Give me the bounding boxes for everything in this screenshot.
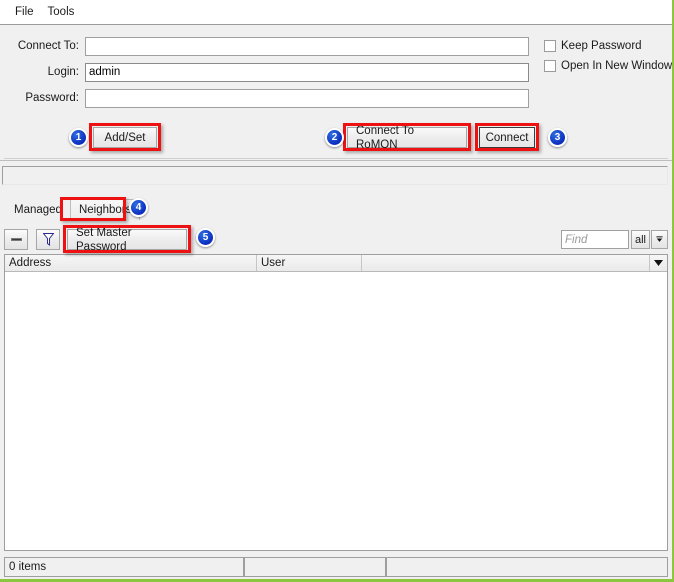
find-scope-dropdown-button[interactable] bbox=[651, 230, 668, 249]
menu-file[interactable]: File bbox=[8, 3, 41, 21]
status-items-count: 0 items bbox=[4, 557, 244, 577]
minus-icon bbox=[10, 238, 22, 241]
status-bar: 0 items bbox=[0, 556, 672, 579]
remove-button[interactable] bbox=[4, 229, 28, 250]
connect-to-row: Connect To: bbox=[0, 36, 529, 56]
column-header-address[interactable]: Address bbox=[5, 255, 257, 271]
caret-down-icon bbox=[654, 260, 663, 266]
annotation-badge-5: 5 bbox=[196, 228, 215, 247]
find-scope-button[interactable]: all bbox=[631, 230, 650, 249]
connect-to-input[interactable] bbox=[85, 36, 529, 56]
column-header-spacer[interactable] bbox=[362, 255, 650, 271]
annotation-badge-4: 4 bbox=[129, 198, 148, 217]
connect-button[interactable]: Connect bbox=[479, 127, 535, 148]
tab-bar: Managed Neighbors bbox=[0, 198, 672, 220]
keep-password-box[interactable] bbox=[544, 40, 556, 52]
table-body[interactable] bbox=[5, 272, 667, 550]
winbox-romon-window: File Tools Connect To: Login: Password: … bbox=[0, 0, 674, 582]
chevron-down-icon bbox=[656, 236, 663, 242]
form-divider bbox=[4, 158, 668, 159]
separator-strip bbox=[0, 160, 672, 190]
login-label: Login: bbox=[47, 66, 79, 78]
connect-to-label: Connect To: bbox=[17, 40, 79, 52]
list-toolbar: Set Master Password all bbox=[0, 227, 672, 253]
login-input[interactable] bbox=[85, 62, 529, 82]
password-row: Password: bbox=[0, 88, 529, 108]
open-in-new-window-label: Open In New Window bbox=[561, 60, 673, 72]
keep-password-label: Keep Password bbox=[561, 40, 642, 52]
open-in-new-window-box[interactable] bbox=[544, 60, 556, 72]
find-input[interactable] bbox=[561, 230, 629, 249]
connect-to-romon-button[interactable]: Connect To RoMON bbox=[347, 125, 467, 151]
status-cell-2 bbox=[244, 557, 386, 577]
funnel-icon bbox=[42, 233, 54, 246]
annotation-badge-2: 2 bbox=[325, 128, 344, 147]
login-row: Login: bbox=[0, 62, 529, 82]
column-chooser-button[interactable] bbox=[650, 255, 667, 271]
password-input[interactable] bbox=[85, 88, 529, 108]
add-set-button[interactable]: Add/Set bbox=[93, 127, 157, 148]
menu-tools[interactable]: Tools bbox=[41, 3, 82, 21]
set-master-password-button[interactable]: Set Master Password bbox=[67, 227, 187, 253]
column-header-user[interactable]: User bbox=[257, 255, 362, 271]
tab-managed[interactable]: Managed bbox=[6, 200, 70, 220]
status-cell-3 bbox=[386, 557, 668, 577]
table-header-row: Address User bbox=[5, 255, 667, 272]
device-list: Address User bbox=[4, 254, 668, 551]
separator-inset-panel bbox=[2, 166, 668, 185]
filter-button[interactable] bbox=[36, 229, 60, 250]
keep-password-checkbox[interactable]: Keep Password bbox=[544, 38, 642, 54]
open-in-new-window-checkbox[interactable]: Open In New Window bbox=[544, 58, 672, 74]
annotation-badge-3: 3 bbox=[548, 128, 567, 147]
menu-bar: File Tools bbox=[0, 0, 672, 25]
annotation-badge-1: 1 bbox=[69, 128, 88, 147]
password-label: Password: bbox=[25, 92, 79, 104]
